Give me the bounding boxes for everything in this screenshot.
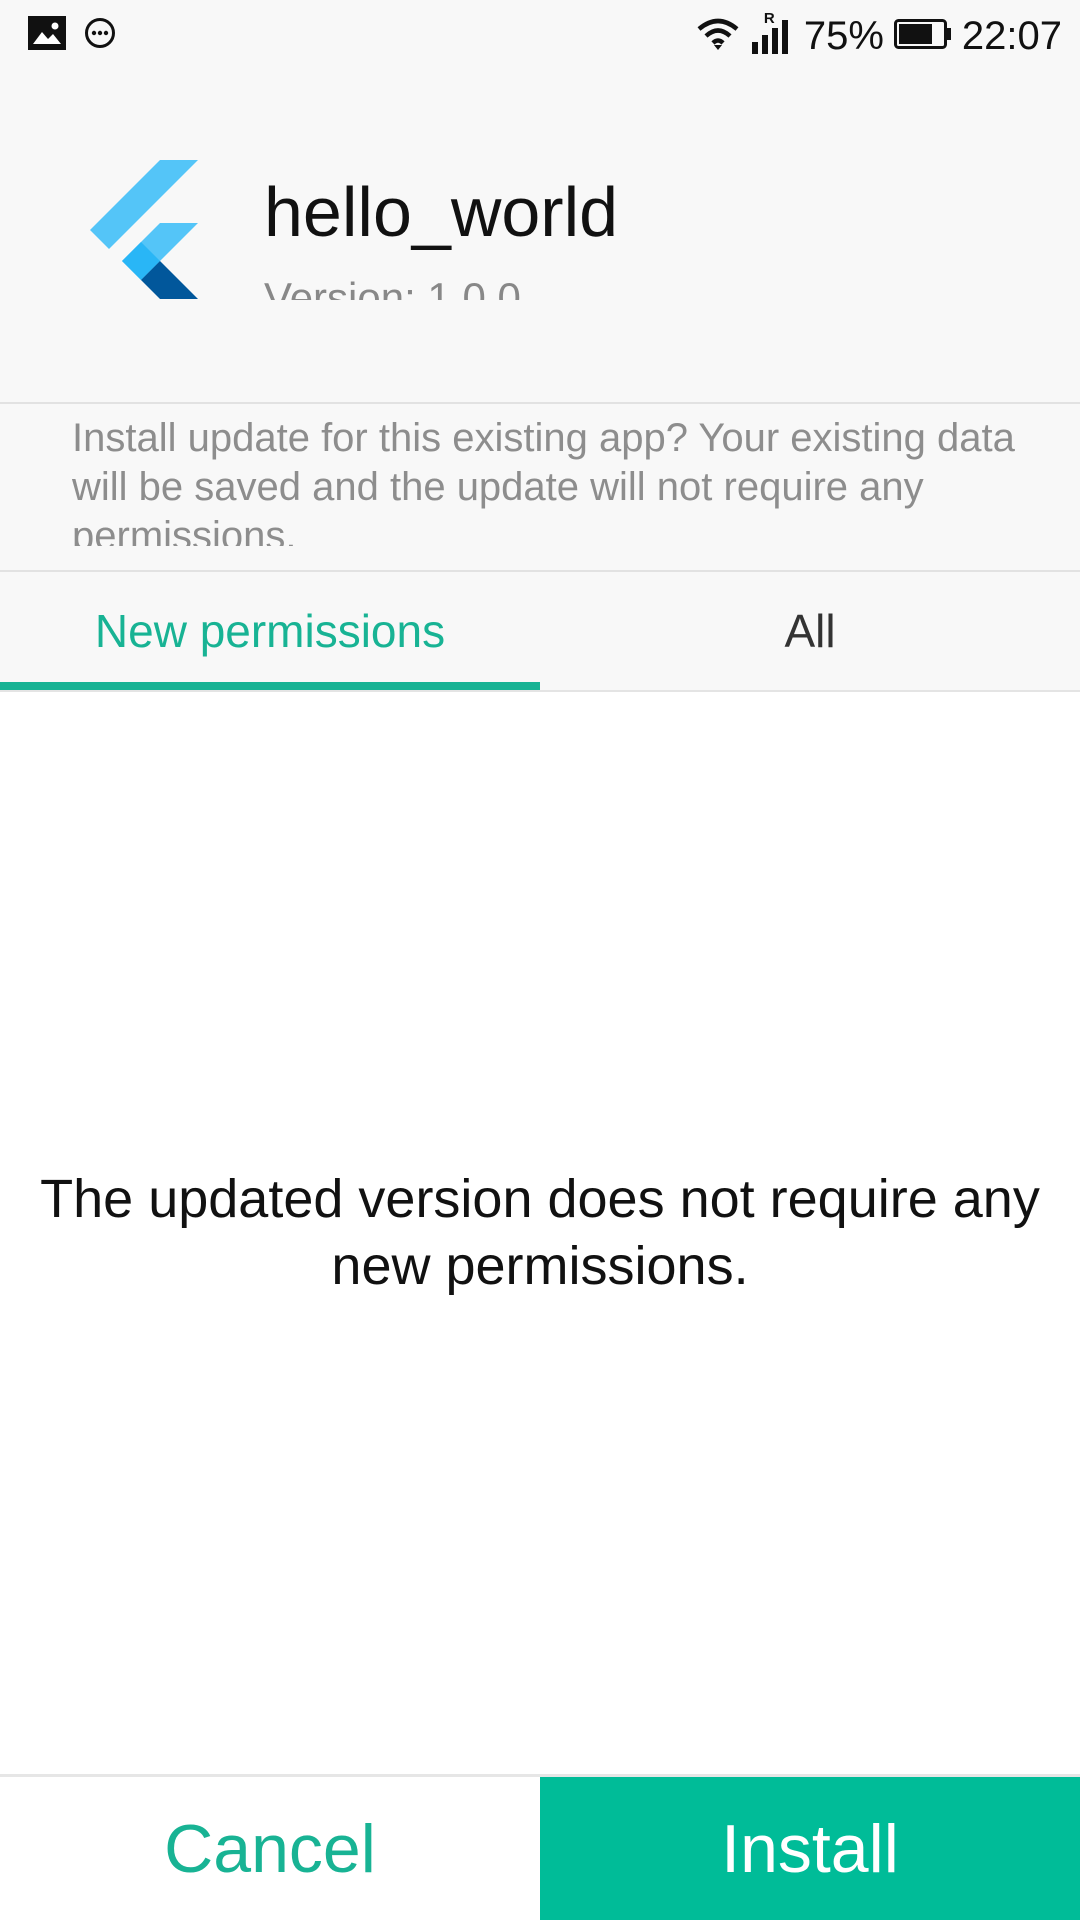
install-screen: R 75% 22:07 hello_world Version: 1.0.0 I… xyxy=(0,0,1080,1920)
wifi-icon xyxy=(696,16,740,57)
install-description[interactable]: Install update for this existing app? Yo… xyxy=(0,404,1080,572)
tab-new-permissions[interactable]: New permissions xyxy=(0,572,540,690)
app-name: hello_world xyxy=(264,173,619,251)
battery-icon xyxy=(893,18,952,54)
tab-all[interactable]: All xyxy=(540,572,1080,690)
image-icon xyxy=(28,16,66,55)
no-permissions-message: The updated version does not require any… xyxy=(40,1169,1040,1296)
description-scroll[interactable]: Install update for this existing app? Yo… xyxy=(72,414,1032,546)
flutter-logo-icon xyxy=(84,160,204,300)
status-bar: R 75% 22:07 xyxy=(0,0,1080,72)
install-button[interactable]: Install xyxy=(540,1777,1080,1920)
status-left-icons xyxy=(28,16,116,55)
status-right-icons: R 75% 22:07 xyxy=(696,10,1062,62)
permissions-content: The updated version does not require any… xyxy=(0,692,1080,1774)
cancel-button[interactable]: Cancel xyxy=(0,1777,540,1920)
app-version-container: Version: 1.0.0 xyxy=(264,272,864,300)
app-version: Version: 1.0.0 xyxy=(264,274,521,300)
action-bar: Cancel Install xyxy=(0,1774,1080,1920)
battery-percent: 75% xyxy=(803,14,884,58)
clock: 22:07 xyxy=(961,14,1062,58)
tab-selected-indicator xyxy=(0,682,540,690)
description-text: Install update for this existing app? Yo… xyxy=(72,416,1015,546)
roaming-label: R xyxy=(763,10,775,27)
app-header: hello_world Version: 1.0.0 xyxy=(0,72,1080,404)
chat-bubble-icon xyxy=(84,17,116,54)
signal-roaming-icon: R xyxy=(750,10,794,56)
permission-tabs: New permissions All xyxy=(0,572,1080,692)
